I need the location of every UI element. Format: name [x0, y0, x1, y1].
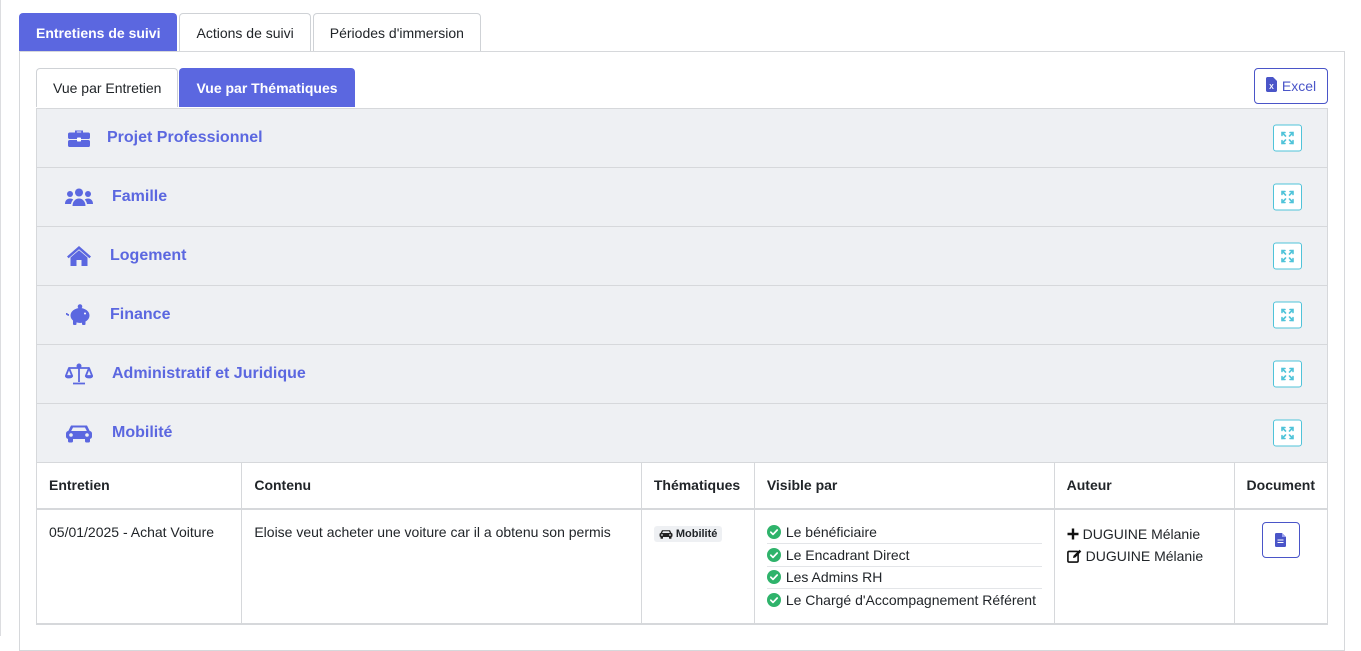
visibility-item: Le Chargé d'Accompagnement Référent [766, 589, 1042, 612]
expand-arrows-icon [1281, 426, 1294, 440]
visibility-label: Les Admins RH [785, 569, 883, 586]
excel-export-button[interactable]: X Excel [1254, 68, 1328, 104]
cell-document [1234, 508, 1327, 624]
themes-accordion: Projet Professionnel Famille Logement Fi… [36, 108, 1328, 625]
excel-label: Excel [1281, 78, 1317, 94]
theme-badge-label: Mobilité [675, 527, 718, 540]
author-edited-name: DUGUINE Mélanie [1085, 547, 1204, 564]
accordion-item-finance[interactable]: Finance [37, 285, 1327, 344]
author-created-name: DUGUINE Mélanie [1082, 525, 1201, 542]
svg-text:X: X [1269, 84, 1274, 91]
visibility-item: Les Admins RH [766, 567, 1042, 589]
accordion-item-mobilite[interactable]: Mobilité [37, 403, 1327, 462]
visibility-item: Le Encadrant Direct [766, 544, 1042, 567]
accordion-item-projet-professionnel[interactable]: Projet Professionnel [37, 108, 1327, 167]
entretiens-table: Entretien Contenu Thématiques Visible pa… [37, 462, 1327, 624]
col-header-auteur: Auteur [1054, 462, 1235, 510]
expand-button[interactable] [1273, 183, 1302, 211]
theme-title: Mobilité [112, 424, 173, 441]
tab-vue-par-thematiques[interactable]: Vue par Thématiques [179, 68, 355, 107]
visibility-item: Le bénéficiaire [766, 522, 1042, 544]
cell-contenu: Eloise veut acheter une voiture car il a… [241, 508, 642, 624]
view-tabs: Vue par Entretien Vue par Thématiques [36, 68, 356, 107]
expand-arrows-icon [1281, 131, 1294, 145]
tab-actions-de-suivi[interactable]: Actions de suivi [179, 13, 311, 51]
col-header-visible-par: Visible par [754, 462, 1055, 510]
theme-title: Projet Professionnel [107, 129, 263, 146]
check-circle-icon [766, 570, 781, 585]
top-tabs: Entretiens de suivi Actions de suivi Pér… [19, 13, 483, 51]
cell-visible-par: Le bénéficiaire Le Encadrant Direct Les … [754, 508, 1055, 624]
expand-arrows-icon [1281, 190, 1294, 204]
visibility-label: Le Encadrant Direct [785, 546, 910, 563]
accordion-item-administratif[interactable]: Administratif et Juridique [37, 344, 1327, 403]
visibility-label: Le bénéficiaire [785, 524, 877, 541]
tab-entretiens-de-suivi[interactable]: Entretiens de suivi [19, 13, 178, 51]
plus-icon [1067, 528, 1079, 539]
left-border [0, 0, 1, 636]
visibility-label: Le Chargé d'Accompagnement Référent [785, 592, 1036, 609]
expand-button[interactable] [1273, 419, 1302, 447]
theme-title: Administratif et Juridique [112, 365, 306, 382]
check-circle-icon [766, 547, 781, 562]
author-edited: DUGUINE Mélanie [1066, 545, 1222, 567]
check-circle-icon [766, 525, 781, 540]
expand-button[interactable] [1273, 301, 1302, 329]
cell-thematiques: Mobilité [641, 508, 755, 624]
expand-arrows-icon [1281, 308, 1294, 322]
car-icon [659, 529, 673, 539]
home-icon [65, 244, 93, 268]
document-button[interactable] [1261, 521, 1300, 558]
theme-title: Finance [110, 306, 171, 323]
expand-button[interactable] [1273, 124, 1302, 152]
author-created: DUGUINE Mélanie [1067, 523, 1222, 545]
cell-auteur: DUGUINE Mélanie DUGUINE Mélanie [1054, 508, 1235, 624]
main-panel: Vue par Entretien Vue par Thématiques X … [19, 51, 1345, 651]
piggy-bank-icon [65, 303, 93, 327]
users-icon [65, 185, 93, 209]
briefcase-icon [65, 126, 93, 150]
theme-title: Logement [110, 247, 187, 264]
table-row: 05/01/2025 - Achat Voiture Eloise veut a… [37, 508, 1327, 624]
file-icon [1275, 532, 1287, 547]
expand-arrows-icon [1281, 249, 1294, 263]
expand-button[interactable] [1273, 242, 1302, 270]
file-excel-icon: X [1265, 77, 1277, 95]
edit-icon [1066, 549, 1081, 563]
col-header-contenu: Contenu [241, 462, 642, 510]
theme-badge: Mobilité [653, 525, 723, 542]
check-circle-icon [766, 593, 781, 608]
balance-scale-icon [65, 362, 93, 386]
expand-button[interactable] [1273, 360, 1302, 388]
accordion-item-famille[interactable]: Famille [37, 167, 1327, 226]
col-header-thematiques: Thématiques [641, 462, 755, 510]
expand-arrows-icon [1281, 367, 1294, 381]
theme-title: Famille [112, 188, 168, 205]
col-header-entretien: Entretien [37, 462, 243, 510]
car-icon [65, 421, 93, 445]
cell-entretien: 05/01/2025 - Achat Voiture [37, 508, 243, 624]
tab-vue-par-entretien[interactable]: Vue par Entretien [36, 68, 179, 107]
accordion-item-logement[interactable]: Logement [37, 226, 1327, 285]
tab-periodes-immersion[interactable]: Périodes d'immersion [312, 13, 481, 51]
col-header-document: Document [1234, 462, 1327, 510]
